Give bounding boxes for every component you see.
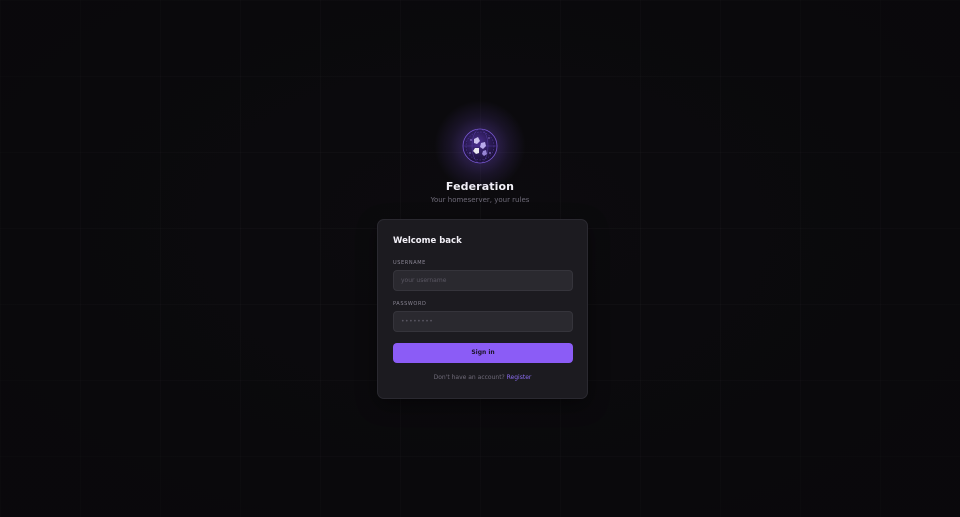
- register-row: Don't have an account? Register: [393, 374, 572, 381]
- username-input[interactable]: [393, 270, 573, 291]
- app-tagline: Your homeserver, your rules: [430, 196, 530, 204]
- register-link[interactable]: Register: [507, 374, 532, 381]
- brand-header: Federation Your homeserver, your rules: [0, 100, 960, 204]
- password-label: PASSWORD: [393, 301, 427, 307]
- login-card: Welcome back USERNAME PASSWORD Sign in D…: [377, 219, 588, 399]
- sign-in-button[interactable]: Sign in: [393, 343, 573, 363]
- username-label: USERNAME: [393, 260, 426, 266]
- password-input[interactable]: [393, 311, 573, 332]
- globe-orb-icon: [462, 128, 498, 164]
- register-prompt: Don't have an account?: [433, 374, 505, 381]
- login-title: Welcome back: [393, 236, 462, 246]
- logo: [434, 100, 526, 192]
